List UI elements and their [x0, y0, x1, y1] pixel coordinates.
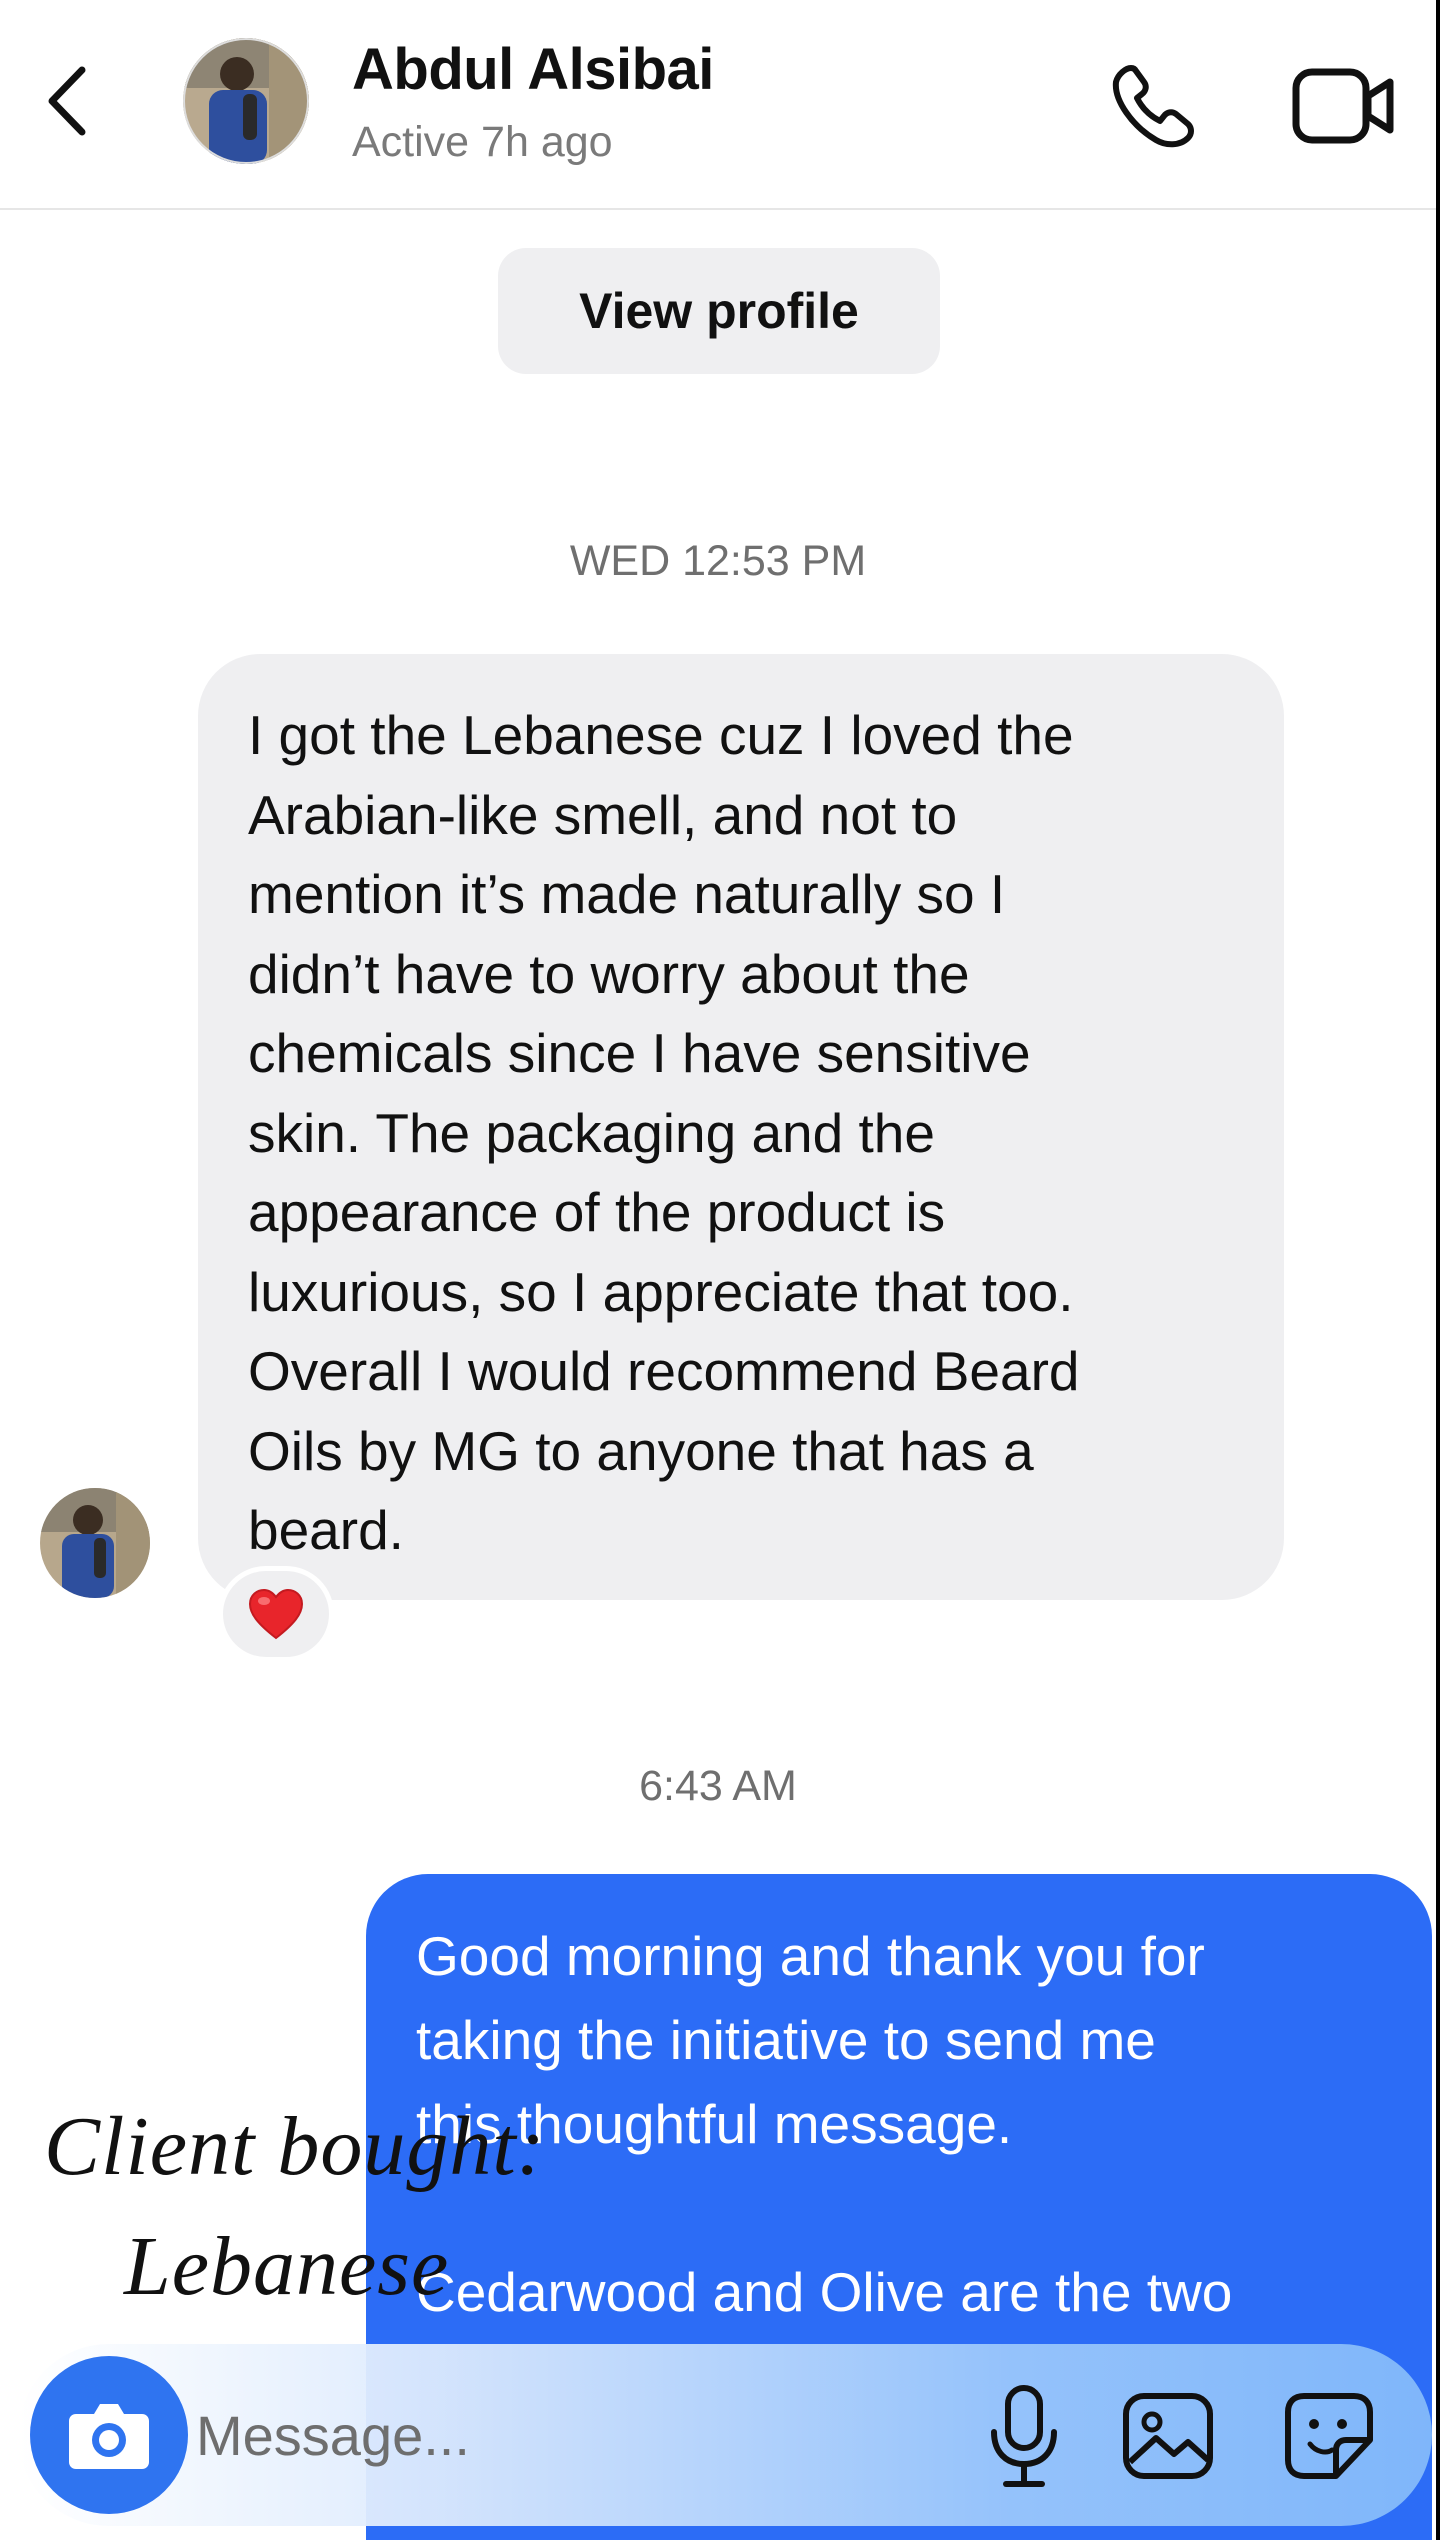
contact-name[interactable]: Abdul Alsibai: [352, 36, 714, 103]
received-message-text: I got the Lebanese cuz I loved the Arabi…: [248, 704, 1080, 1561]
back-button[interactable]: [38, 56, 98, 146]
heart-reaction[interactable]: [218, 1566, 334, 1662]
phone-icon: [1112, 65, 1194, 148]
microphone-icon: [991, 2385, 1057, 2487]
sent-message-line: Good morning and thank you for: [416, 1925, 1205, 1987]
message-input[interactable]: [196, 2384, 756, 2486]
chevron-left-icon: [48, 66, 86, 136]
received-message-bubble[interactable]: I got the Lebanese cuz I loved the Arabi…: [198, 654, 1284, 1600]
sent-message-line: this thoughtful message.: [416, 2093, 1013, 2155]
sticker-icon: [1285, 2393, 1373, 2479]
chat-header: Abdul Alsibai Active 7h ago: [0, 0, 1436, 210]
video-camera-icon: [1292, 68, 1394, 144]
chat-screen: Abdul Alsibai Active 7h ago View profile…: [0, 0, 1436, 2540]
sent-message-text: Good morning and thank you for taking th…: [416, 1914, 1392, 2334]
message-timestamp: WED 12:53 PM: [569, 537, 867, 585]
overlay-caption-line-2: Lebanese: [124, 2220, 450, 2313]
heart-icon: [248, 1588, 304, 1640]
video-call-button[interactable]: [1290, 60, 1400, 152]
sticker-button[interactable]: [1280, 2388, 1378, 2484]
contact-avatar[interactable]: [183, 38, 309, 164]
message-timestamp-2: 6:43 AM: [639, 1762, 797, 1810]
camera-button[interactable]: [30, 2356, 188, 2514]
overlay-caption-line-1: Client bought:: [44, 2100, 546, 2193]
camera-icon: [69, 2404, 149, 2469]
contact-status: Active 7h ago: [352, 118, 613, 166]
voice-message-button[interactable]: [976, 2382, 1072, 2492]
message-composer: [18, 2344, 1432, 2526]
call-button[interactable]: [1104, 56, 1204, 156]
gallery-icon: [1123, 2393, 1213, 2479]
sent-message-line: taking the initiative to send me: [416, 2009, 1156, 2071]
sent-message-line: Cedarwood and Olive are the two: [416, 2261, 1233, 2323]
view-profile-button[interactable]: View profile: [498, 248, 940, 374]
sender-avatar[interactable]: [40, 1488, 150, 1598]
gallery-button[interactable]: [1118, 2388, 1218, 2484]
